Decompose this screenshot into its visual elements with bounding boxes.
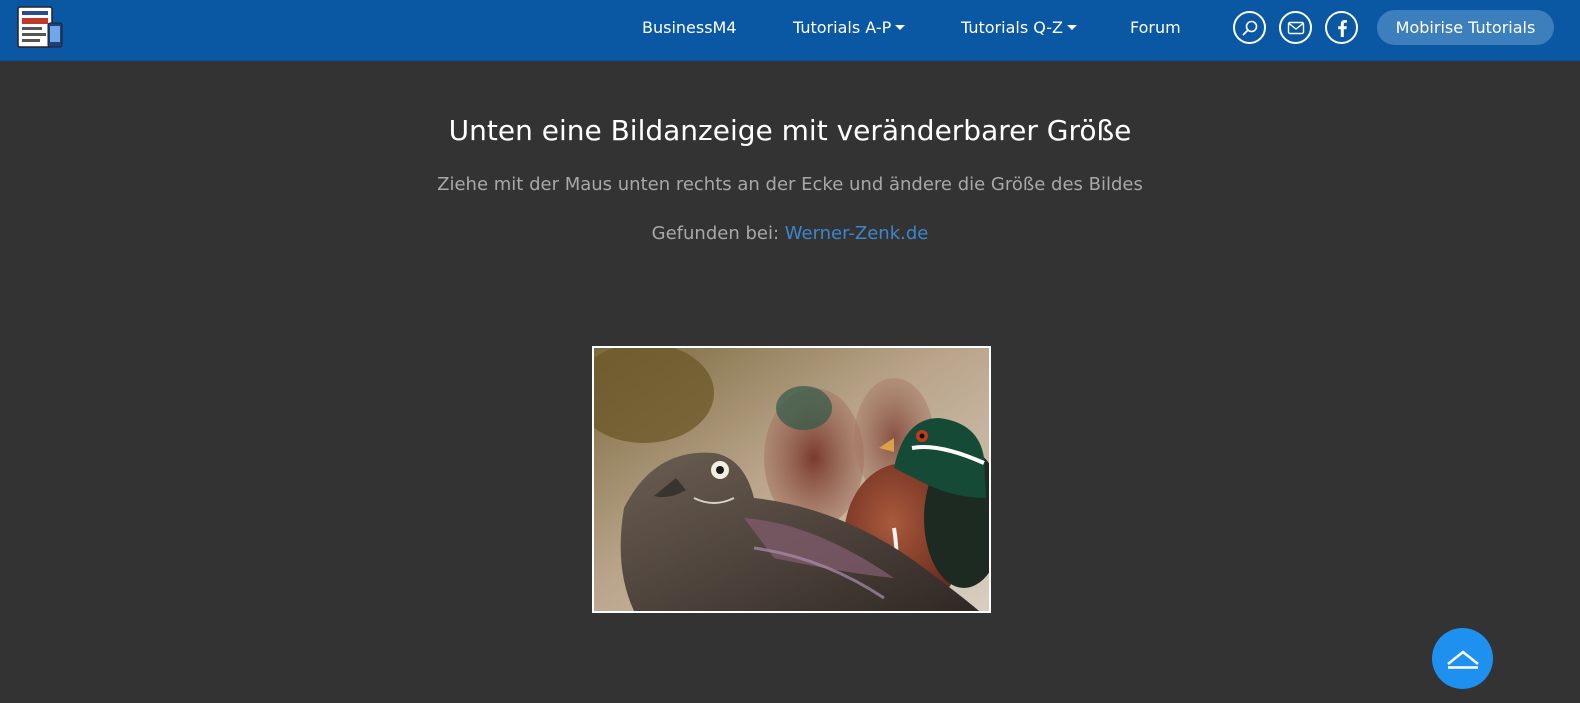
mobirise-tutorials-button[interactable]: Mobirise Tutorials	[1377, 10, 1554, 45]
found-at-line: Gefunden bei: Werner-Zenk.de	[0, 222, 1580, 246]
chevron-up-icon	[1446, 649, 1479, 669]
nav-item-label: Forum	[1130, 18, 1181, 37]
page-subtitle: Ziehe mit der Maus unten rechts an der E…	[437, 174, 1143, 195]
nav-item-label: Tutorials Q-Z	[961, 18, 1064, 37]
mail-icon[interactable]	[1279, 11, 1312, 44]
search-icon[interactable]	[1233, 11, 1266, 44]
nav-item-tutorials-q-z[interactable]: Tutorials Q-Z	[961, 18, 1078, 38]
nav-item-businessm4[interactable]: BusinessM4	[642, 18, 737, 38]
facebook-icon[interactable]	[1325, 11, 1358, 44]
resizable-duck-image[interactable]	[592, 346, 991, 613]
nav-item-tutorials-a-p[interactable]: Tutorials A-P	[793, 18, 906, 38]
duck-photo	[594, 348, 989, 611]
scroll-to-top-button[interactable]	[1432, 628, 1493, 689]
werner-zenk-link[interactable]: Werner-Zenk.de	[785, 223, 929, 244]
nav-item-forum[interactable]: Forum	[1130, 18, 1181, 38]
found-prefix: Gefunden bei:	[651, 223, 785, 244]
caret-down-icon	[1067, 25, 1078, 30]
nav-item-label: BusinessM4	[642, 18, 737, 37]
page-title: Unten eine Bildanzeige mit veränderbarer…	[448, 114, 1132, 147]
nav-item-label: Tutorials A-P	[793, 18, 892, 37]
site-logo[interactable]	[16, 5, 66, 51]
navbar: BusinessM4 Tutorials A-P Tutorials Q-Z F…	[0, 0, 1580, 61]
caret-down-icon	[895, 25, 906, 30]
